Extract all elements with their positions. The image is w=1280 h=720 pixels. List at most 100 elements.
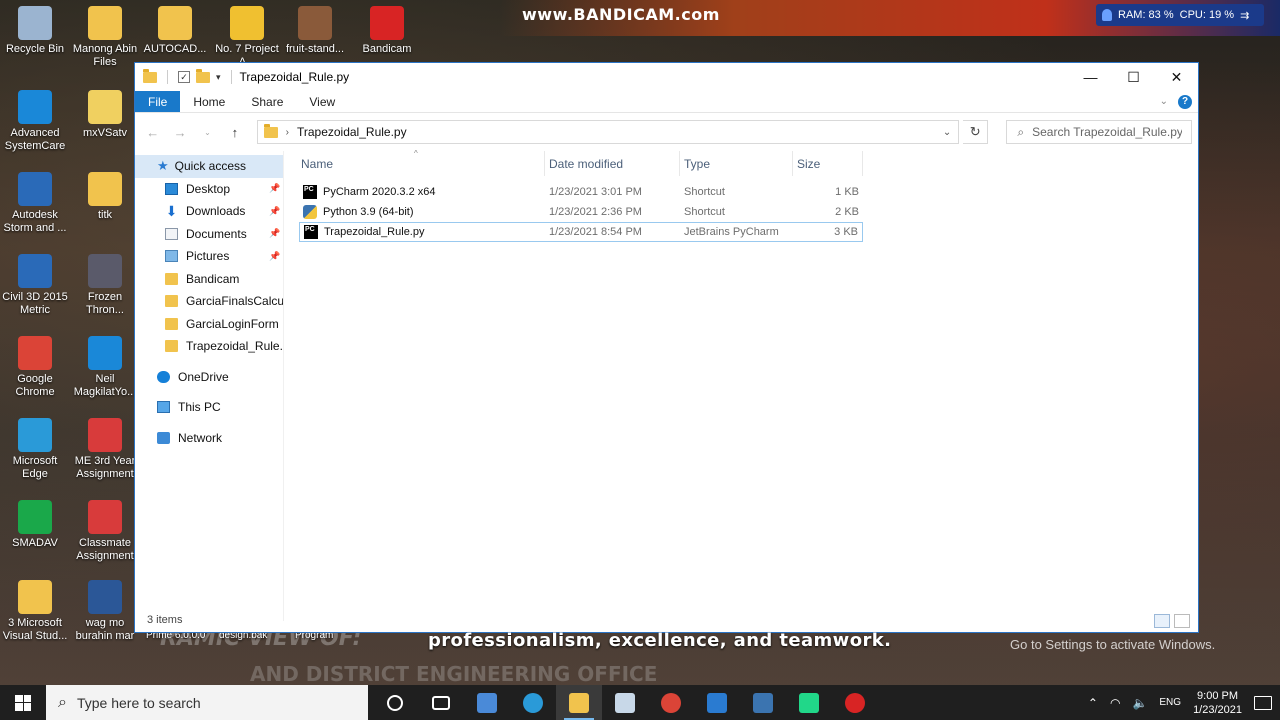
address-dropdown-icon[interactable]: ⌄ [936, 127, 958, 138]
desktop-icon[interactable]: titk [69, 172, 141, 222]
breadcrumb[interactable]: Trapezoidal_Rule.py [297, 125, 407, 139]
column-name[interactable]: Name [299, 151, 545, 176]
tab-home[interactable]: Home [180, 91, 238, 112]
pdf-icon [88, 418, 122, 452]
file-row-selected[interactable]: PC Trapezoidal_Rule.py 1/23/2021 8:54 PM… [299, 222, 863, 242]
forward-button[interactable]: → [168, 125, 191, 140]
desktop-icon[interactable]: No. 7 Project A... [211, 6, 283, 69]
clock[interactable]: 9:00 PM 1/23/2021 [1193, 689, 1242, 717]
up-button[interactable]: ↑ [223, 125, 246, 140]
taskbar-app[interactable] [832, 685, 878, 720]
nav-folder-garcialogin[interactable]: GarciaLoginForm [135, 313, 283, 336]
desktop-icon[interactable]: fruit-stand... [279, 6, 351, 56]
start-button[interactable] [0, 685, 46, 720]
performance-widget[interactable]: RAM: 83 % CPU: 19 % ⇉ [1096, 4, 1264, 26]
maximize-button[interactable]: ☐ [1112, 63, 1155, 91]
taskbar-app[interactable] [694, 685, 740, 720]
collapse-arrow-icon[interactable]: ⇉ [1240, 9, 1249, 22]
notification-icon[interactable] [1254, 695, 1272, 710]
volume-icon[interactable]: 🔈 [1132, 696, 1147, 710]
close-button[interactable]: ✕ [1155, 63, 1198, 91]
pdf-icon [88, 500, 122, 534]
performance-icon [1102, 9, 1112, 21]
expand-ribbon-icon[interactable]: ⌄ [1160, 96, 1168, 107]
desktop-icon[interactable]: Microsoft Edge [0, 418, 71, 481]
desktop-icon[interactable]: Classmate Assignment [69, 500, 141, 563]
taskbar-app[interactable] [648, 685, 694, 720]
customize-toolbar-icon[interactable]: ▾ [216, 72, 221, 83]
show-hidden-icons-icon[interactable]: ⌃ [1088, 696, 1098, 710]
taskbar-app[interactable] [510, 685, 556, 720]
desktop-icon[interactable]: Manong Abin Files [69, 6, 141, 69]
breadcrumb-arrow-icon[interactable]: › [286, 127, 289, 138]
tab-view[interactable]: View [296, 91, 348, 112]
taskbar-app[interactable] [418, 685, 464, 720]
python-icon [303, 205, 317, 219]
desktop-icon[interactable]: AUTOCAD... [139, 6, 211, 56]
desktop-icon[interactable]: SMADAV [0, 500, 71, 550]
nav-label: Network [178, 430, 223, 445]
title-bar[interactable]: ✓ ▾ Trapezoidal_Rule.py — ☐ ✕ [135, 63, 1198, 91]
search-box[interactable]: ⌕ [1006, 120, 1192, 144]
tab-share[interactable]: Share [238, 91, 296, 112]
column-type[interactable]: Type [680, 151, 793, 176]
desktop-icon[interactable]: Civil 3D 2015 Metric [0, 254, 71, 317]
game-icon [88, 254, 122, 288]
minimize-button[interactable]: — [1069, 63, 1112, 91]
column-size[interactable]: Size [793, 151, 863, 176]
language-icon[interactable]: ENG [1159, 697, 1181, 708]
properties-icon[interactable]: ✓ [178, 71, 190, 83]
nav-folder-bandicam[interactable]: Bandicam [135, 268, 283, 291]
wifi-icon[interactable]: ◠ [1110, 696, 1120, 710]
word-icon [88, 580, 122, 614]
desktop-icon[interactable]: mxVSatv [69, 90, 141, 140]
taskbar-app[interactable] [786, 685, 832, 720]
nav-onedrive[interactable]: OneDrive [135, 366, 283, 389]
file-row[interactable]: PC PyCharm 2020.3.2 x64 1/23/2021 3:01 P… [299, 182, 1198, 202]
tab-file[interactable]: File [135, 91, 181, 112]
status-bar-item-count: 3 items [147, 614, 183, 626]
desktop-icon[interactable]: Frozen Thron... [69, 254, 141, 317]
nav-downloads[interactable]: ⬇ Downloads 📌 [135, 200, 283, 223]
desktop-icon-label: fruit-stand... [285, 43, 345, 55]
taskbar-app[interactable] [602, 685, 648, 720]
recent-locations-button[interactable]: ⌄ [196, 128, 219, 137]
nav-pictures[interactable]: Pictures 📌 [135, 245, 283, 268]
desktop-icon[interactable]: Recycle Bin [0, 6, 71, 56]
desktop-icon[interactable]: Bandicam [351, 6, 423, 56]
taskbar-app[interactable] [464, 685, 510, 720]
taskbar-app[interactable] [740, 685, 786, 720]
nav-label: Bandicam [186, 271, 240, 286]
desktop-icon[interactable]: wag mo burahin mar [69, 580, 141, 643]
new-folder-icon[interactable] [196, 68, 210, 83]
address-bar[interactable]: › Trapezoidal_Rule.py ⌄ [256, 120, 960, 144]
nav-network[interactable]: Network [135, 427, 283, 450]
column-date-modified[interactable]: Date modified [545, 151, 680, 176]
refresh-button[interactable]: ↻ [963, 120, 989, 144]
nav-this-pc[interactable]: This PC [135, 396, 283, 419]
activate-subtitle: Go to Settings to activate Windows. [1010, 637, 1216, 652]
search-input[interactable] [1032, 125, 1183, 139]
taskbar-search[interactable]: ⌕ [46, 685, 368, 720]
nav-folder-trapezoidal[interactable]: Trapezoidal_Rule.py [135, 335, 283, 358]
desktop-icon[interactable]: 3 Microsoft Visual Stud... [0, 580, 71, 643]
desktop-icon[interactable]: Advanced SystemCare [0, 90, 71, 153]
star-icon: ★ [157, 158, 169, 174]
nav-desktop[interactable]: Desktop 📌 [135, 178, 283, 201]
desktop-icon[interactable]: Neil MagkilatYo... [69, 336, 141, 399]
python-icon [753, 692, 773, 713]
sort-ascending-icon: ^ [414, 149, 418, 158]
taskbar-app[interactable] [556, 685, 602, 720]
taskbar-app[interactable] [372, 685, 418, 720]
desktop-icon[interactable]: Autodesk Storm and ... [0, 172, 71, 235]
nav-folder-garciafinals[interactable]: GarciaFinalsCalcula [135, 290, 283, 313]
folder-icon [18, 580, 52, 614]
desktop-icon[interactable]: Google Chrome [0, 336, 71, 399]
nav-documents[interactable]: Documents 📌 [135, 223, 283, 246]
back-button[interactable]: ← [141, 125, 164, 140]
file-row[interactable]: Python 3.9 (64-bit) 1/23/2021 2:36 PM Sh… [299, 202, 1198, 222]
taskbar-search-input[interactable] [76, 694, 337, 711]
help-icon[interactable]: ? [1178, 94, 1192, 109]
nav-quick-access[interactable]: ★ Quick access [135, 155, 283, 178]
desktop-icon[interactable]: ME 3rd Year Assignment [69, 418, 141, 481]
